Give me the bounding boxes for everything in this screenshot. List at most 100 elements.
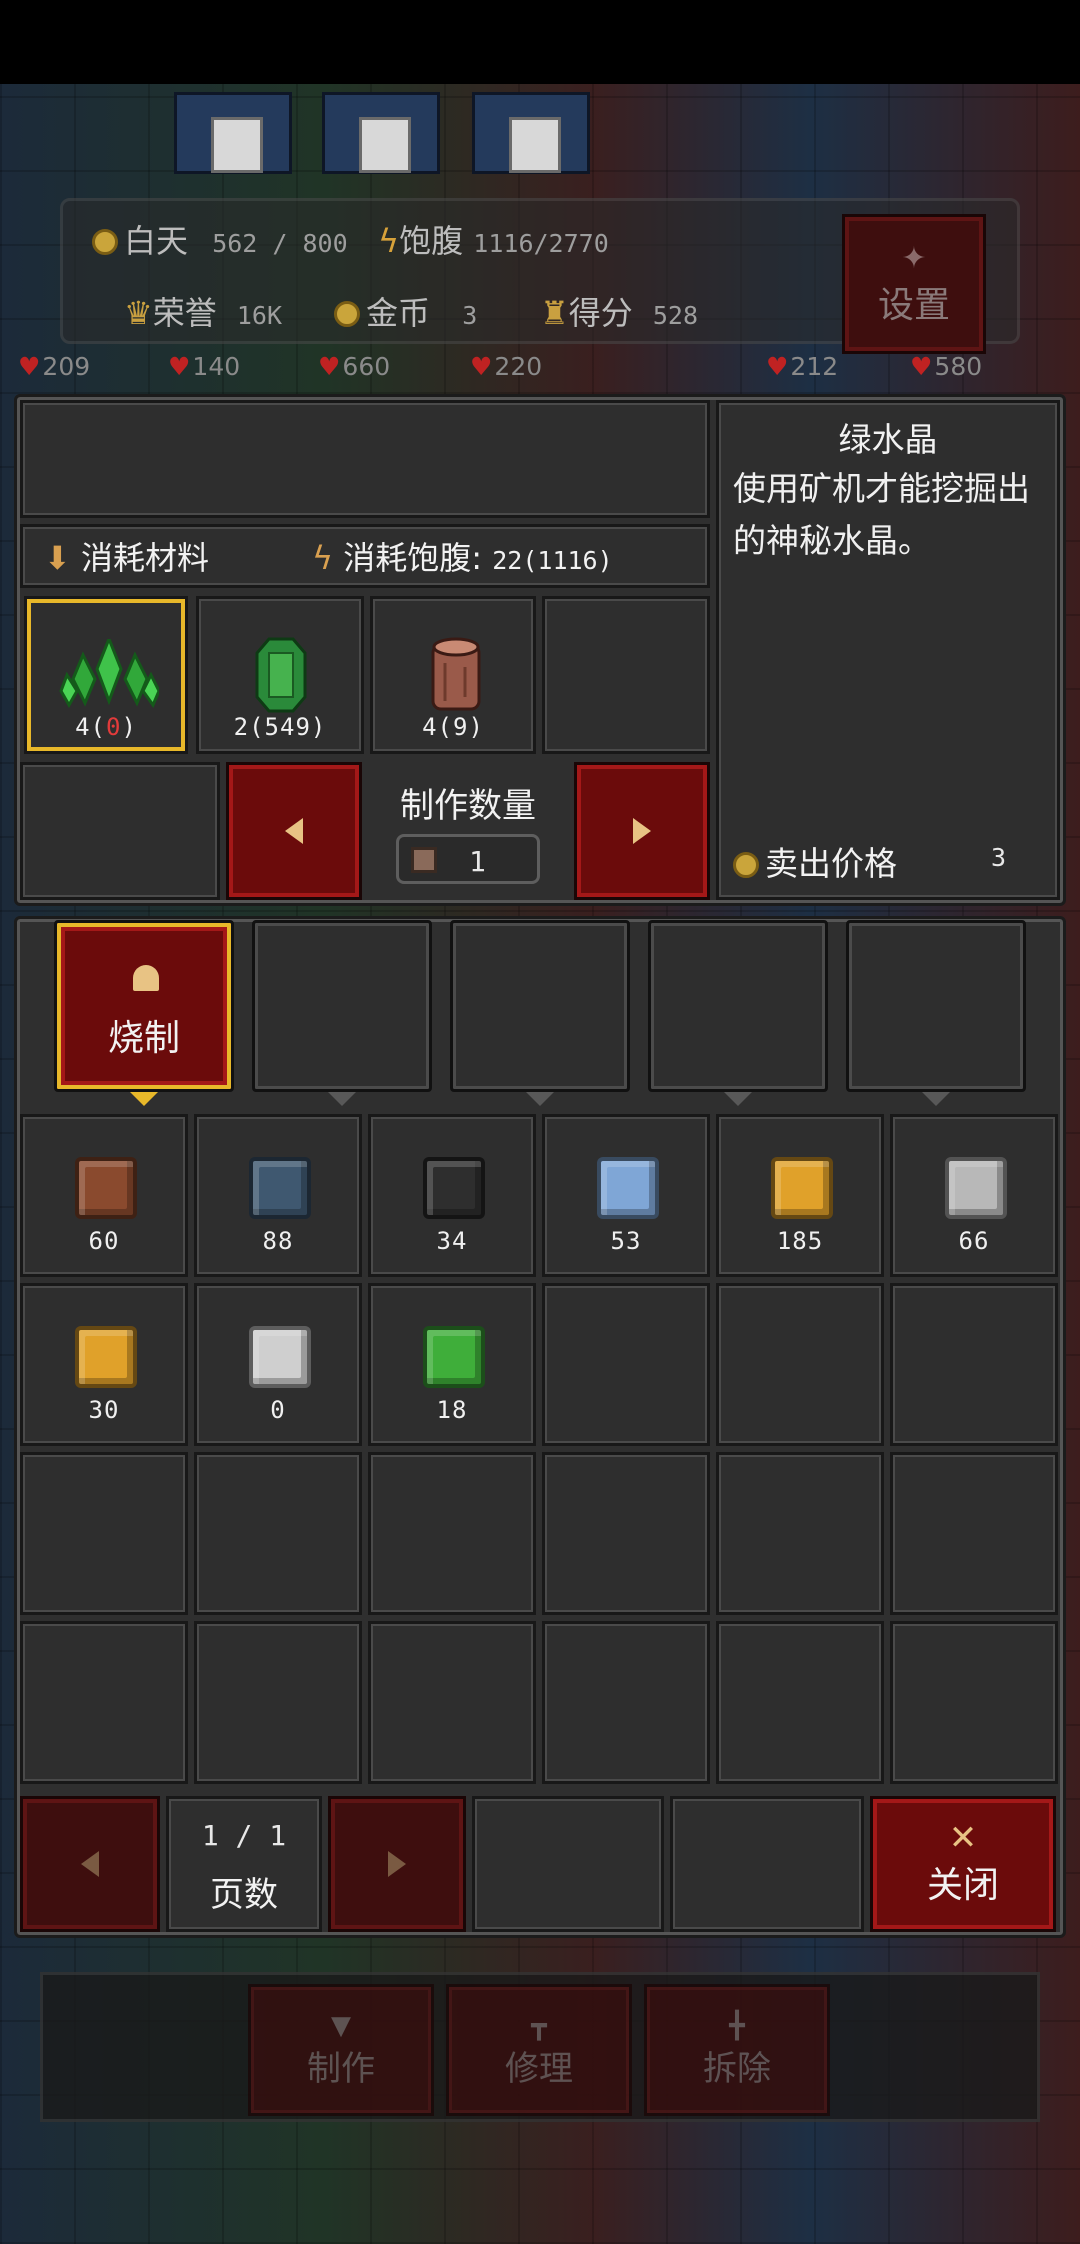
item-name: 绿水晶: [838, 420, 938, 459]
tab-empty[interactable]: [450, 920, 630, 1092]
inventory-slot-empty[interactable]: [890, 1452, 1058, 1615]
page-prev-button[interactable]: [20, 1796, 160, 1932]
material-slot[interactable]: 2(549): [196, 596, 364, 754]
material-count: 4(0): [75, 713, 137, 741]
inventory-slot-empty[interactable]: [716, 1452, 884, 1615]
repair-button[interactable]: ┳ 修理: [446, 1984, 632, 2116]
castle-building: [174, 92, 292, 174]
kiln-icon: [133, 965, 159, 991]
unit-hp: ♥140: [168, 352, 241, 381]
close-button[interactable]: ✕ 关闭: [870, 1796, 1056, 1932]
inventory-slot[interactable]: 185: [716, 1114, 884, 1277]
gold-stat: 金币 3: [334, 288, 477, 334]
satiety-icon: ϟ: [378, 222, 400, 260]
material-slot-empty[interactable]: [542, 596, 710, 754]
craft-button[interactable]: ▼ 制作: [248, 1984, 434, 2116]
honor-stat: ♛荣誉 16K: [124, 294, 283, 332]
dark-brick-icon: [423, 1157, 485, 1219]
empty-slot: [472, 1796, 664, 1932]
empty-slot: [20, 762, 220, 900]
inventory-slot[interactable]: 18: [368, 1283, 536, 1446]
inventory-slot-empty[interactable]: [194, 1621, 362, 1784]
inventory-slot[interactable]: 88: [194, 1114, 362, 1277]
castle-building: [322, 92, 440, 174]
unit-hp: ♥209: [18, 352, 91, 381]
anvil-icon: ▼: [331, 2010, 351, 2041]
page-next-button[interactable]: [328, 1796, 466, 1932]
tab-firing[interactable]: 烧制: [54, 920, 234, 1092]
inventory-slot-empty[interactable]: [194, 1452, 362, 1615]
wood-log-icon: [431, 637, 481, 711]
close-icon: ✕: [948, 1818, 978, 1858]
gold-ore-icon: [771, 1157, 833, 1219]
inventory-slot-empty[interactable]: [368, 1621, 536, 1784]
inventory-slot[interactable]: 53: [542, 1114, 710, 1277]
empty-slot: [670, 1796, 864, 1932]
quantity-decrease-button[interactable]: [226, 762, 362, 900]
glass-block-icon: [597, 1157, 659, 1219]
page-value: 1 / 1: [201, 1819, 287, 1852]
item-count: 0: [270, 1396, 286, 1424]
inventory-slot-empty[interactable]: [368, 1452, 536, 1615]
quantity-increase-button[interactable]: [574, 762, 710, 900]
inventory-slot[interactable]: 66: [890, 1114, 1058, 1277]
inventory-slot[interactable]: 30: [20, 1283, 188, 1446]
inventory-slot-empty[interactable]: [716, 1621, 884, 1784]
item-count: 34: [436, 1227, 468, 1255]
settings-button[interactable]: ✦ 设置: [842, 214, 986, 354]
item-count: 30: [88, 1396, 120, 1424]
unit-hp: ♥580: [910, 352, 983, 381]
green-crystal-icon: [59, 639, 159, 709]
inventory-slot-empty[interactable]: [716, 1283, 884, 1446]
inventory-slot-empty[interactable]: [542, 1452, 710, 1615]
tab-indicator-arrow: [130, 1092, 158, 1106]
item-description: 使用矿机才能挖掘出的神秘水晶。: [733, 469, 1030, 560]
inventory-slot-empty[interactable]: [542, 1283, 710, 1446]
item-count: 66: [958, 1227, 990, 1255]
satiety-stat: ϟ饱腹 1116/2770: [378, 222, 609, 260]
inventory-slot-empty[interactable]: [20, 1452, 188, 1615]
arrow-right-icon: [633, 818, 651, 844]
quantity-label: 制作数量: [400, 786, 536, 826]
item-detail-box: 绿水晶 使用矿机才能挖掘出的神秘水晶。 卖出价格 3: [716, 400, 1060, 900]
tab-indicator-arrow: [922, 1092, 950, 1106]
tab-empty[interactable]: [252, 920, 432, 1092]
wrench-icon: ✦: [901, 240, 927, 276]
sun-icon: [92, 229, 118, 255]
material-slot[interactable]: 4(0): [24, 596, 188, 754]
tab-empty[interactable]: [648, 920, 828, 1092]
tab-empty[interactable]: [846, 920, 1026, 1092]
dismantle-button[interactable]: ╋ 拆除: [644, 1984, 830, 2116]
tab-label: 烧制: [107, 1018, 180, 1059]
tab-indicator-arrow: [724, 1092, 752, 1106]
inventory-slot-empty[interactable]: [890, 1283, 1058, 1446]
hammer-icon: ┳: [531, 2010, 547, 2041]
daytime-stat: 白天 562 / 800: [92, 216, 348, 262]
green-block-icon: [423, 1326, 485, 1388]
item-count: 88: [262, 1227, 294, 1255]
material-count: 4(9): [422, 713, 484, 741]
inventory-slot-empty[interactable]: [890, 1621, 1058, 1784]
consume-materials-label: ⬇ 消耗材料: [44, 539, 209, 577]
inventory-slot[interactable]: 60: [20, 1114, 188, 1277]
sell-price-value: 3: [991, 843, 1007, 872]
quantity-input[interactable]: 1: [396, 834, 540, 884]
stone-brick-icon: [249, 1157, 311, 1219]
inventory-slot-empty[interactable]: [542, 1621, 710, 1784]
item-count: 18: [436, 1396, 468, 1424]
gold-ingot-icon: [75, 1326, 137, 1388]
item-count: 185: [776, 1227, 824, 1255]
tab-indicator-arrow: [328, 1092, 356, 1106]
unit-hp: ♥220: [470, 352, 543, 381]
inventory-slot-empty[interactable]: [20, 1621, 188, 1784]
item-count: 60: [88, 1227, 120, 1255]
inventory-slot[interactable]: 0: [194, 1283, 362, 1446]
coin-icon: [733, 852, 759, 878]
satiety-icon: ϟ: [312, 539, 334, 577]
inventory-slot[interactable]: 34: [368, 1114, 536, 1277]
page-indicator: 1 / 1 页数: [166, 1796, 322, 1932]
material-slot[interactable]: 4(9): [370, 596, 536, 754]
recipe-preview-slot: [20, 400, 710, 518]
score-stat: ♜得分 528: [540, 294, 699, 332]
arrow-down-icon: ⬇: [44, 539, 71, 577]
